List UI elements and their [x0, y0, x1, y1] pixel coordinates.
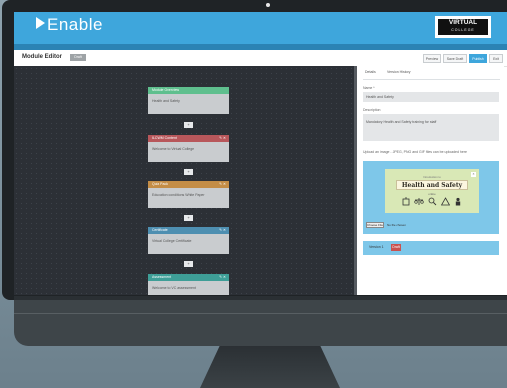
choose-file-button[interactable]: Choose File — [366, 222, 384, 228]
tab-divider — [363, 79, 500, 80]
brand-main: VIRTUAL — [448, 19, 478, 26]
module-node[interactable]: Quiz Pack ✎ ✕ Education conditions White … — [148, 181, 229, 208]
image-caption: online — [428, 192, 436, 196]
magnifier-icon — [428, 197, 437, 206]
exit-button[interactable]: Exit — [489, 54, 503, 63]
node-title: Module Overview — [152, 88, 180, 92]
node-title: Assessment — [152, 275, 172, 279]
monitor-chin — [14, 300, 507, 346]
version-bar: Version 1 Draft — [363, 241, 499, 255]
node-body: Virtual College Certificate — [152, 239, 192, 243]
fire-extinguisher-icon — [402, 197, 410, 206]
image-icon-row — [402, 197, 462, 207]
node-edit-icon[interactable]: ✎ ✕ — [219, 274, 226, 281]
app-name: Enable — [47, 15, 103, 34]
node-body: Health and Safety — [152, 99, 180, 103]
version-label: Version 1 — [369, 245, 384, 249]
version-status-badge: Draft — [391, 244, 401, 251]
image-subtitle: Introduction to — [423, 175, 441, 179]
monitor-screen: Enable VIRTUAL COLLEGE Module Editor Dra… — [14, 12, 507, 295]
module-node[interactable]: Certificate ✎ ✕ Virtual College Certifica… — [148, 227, 229, 254]
add-node-button[interactable]: + — [184, 122, 193, 128]
description-field[interactable]: Mandatory Health and Safety training for… — [363, 114, 499, 141]
image-preview: × Introduction to Health and Safety onli… — [385, 169, 479, 213]
monitor-camera — [266, 3, 270, 7]
play-triangle-icon — [36, 17, 45, 29]
name-field[interactable]: Health and Safety — [363, 92, 499, 102]
image-title: Health and Safety — [396, 180, 468, 190]
tab-version-history[interactable]: Version History — [387, 70, 411, 74]
node-header: Certificate ✎ ✕ — [148, 227, 229, 234]
module-node[interactable]: Assessment ✎ ✕ Welcome to VC assessment — [148, 274, 229, 295]
add-node-button[interactable]: + — [184, 215, 193, 221]
add-node-button[interactable]: + — [184, 261, 193, 267]
add-node-button[interactable]: + — [184, 169, 193, 175]
node-header: Module Overview — [148, 87, 229, 94]
module-canvas[interactable]: Module Overview Health and Safety + ILCW… — [14, 66, 354, 295]
node-title: Quiz Pack — [152, 182, 168, 186]
save-draft-button[interactable]: Save Draft — [443, 54, 467, 63]
tab-details[interactable]: Details — [365, 70, 376, 74]
module-node[interactable]: ILCWM Content ✎ ✕ Welcome to Virtual Coll… — [148, 135, 229, 162]
brand-logo: VIRTUAL COLLEGE — [435, 16, 491, 38]
node-body: Welcome to Virtual College — [152, 147, 195, 151]
scales-icon — [414, 198, 424, 205]
warning-icon — [441, 197, 450, 206]
node-header: Assessment ✎ ✕ — [148, 274, 229, 281]
preview-button[interactable]: Preview — [423, 54, 441, 63]
app-logo[interactable]: Enable — [36, 15, 103, 35]
node-title: Certificate — [152, 228, 168, 232]
brand-sub: COLLEGE — [451, 28, 475, 32]
app-header: Enable VIRTUAL COLLEGE — [14, 12, 507, 44]
description-label: Description — [363, 108, 381, 112]
node-edit-icon[interactable]: ✎ ✕ — [219, 181, 226, 188]
file-status: No file chosen — [387, 223, 407, 227]
monitor-stand — [200, 346, 340, 388]
node-edit-icon[interactable]: ✎ ✕ — [219, 227, 226, 234]
node-title: ILCWM Content — [152, 136, 177, 140]
node-body: Education conditions White Paper — [152, 193, 205, 197]
editor-toolbar: Module Editor Draft Preview Save Draft P… — [14, 50, 507, 67]
name-label: Name * — [363, 86, 375, 90]
properties-panel: Details Version History Name * Health an… — [357, 66, 504, 295]
node-header: Quiz Pack ✎ ✕ — [148, 181, 229, 188]
person-icon — [455, 197, 461, 206]
page-title: Module Editor — [22, 54, 62, 60]
publish-button[interactable]: Publish — [469, 54, 487, 63]
module-node[interactable]: Module Overview Health and Safety — [148, 87, 229, 114]
image-upload-area[interactable]: × Introduction to Health and Safety onli… — [363, 161, 499, 234]
node-edit-icon[interactable]: ✎ ✕ — [219, 135, 226, 142]
node-header: ILCWM Content ✎ ✕ — [148, 135, 229, 142]
status-badge: Draft — [70, 54, 86, 61]
node-body: Welcome to VC assessment — [152, 286, 196, 290]
upload-label: Upload an image - JPEG, PNG and GIF file… — [363, 150, 467, 154]
monitor-chin-line — [14, 313, 507, 314]
